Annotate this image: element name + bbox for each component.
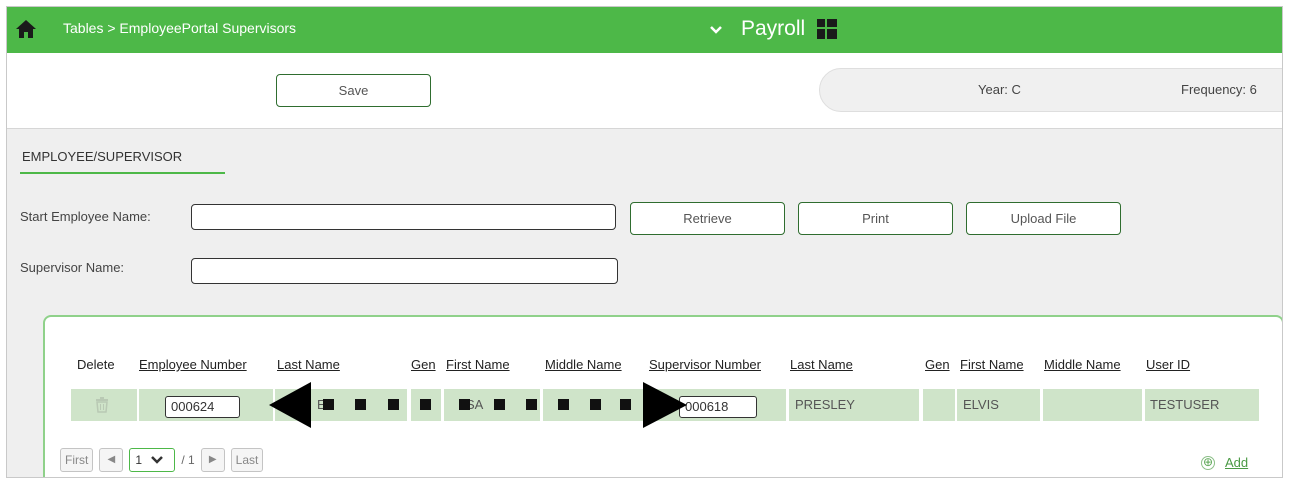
start-employee-name-input[interactable] [191,204,616,230]
top-navigation-bar: Tables > EmployeePortal Supervisors Payr… [7,7,1282,53]
page-select[interactable]: 1 [129,448,176,472]
year-frequency-bar: Year: C Frequency: 6 [819,68,1282,112]
save-button[interactable]: Save [276,74,431,107]
app-grid-icon[interactable] [817,19,838,39]
chevron-right-icon: ▶ [208,454,217,465]
page-total: / 1 [181,453,195,467]
header-sup-gen[interactable]: Gen [925,357,950,372]
header-delete: Delete [77,357,115,372]
chevron-down-icon[interactable] [709,25,723,35]
user-id-cell: TESTUSER [1145,389,1259,421]
start-employee-name-label: Start Employee Name: [20,209,151,224]
supervisor-name-label: Supervisor Name: [20,260,125,275]
home-icon[interactable] [15,19,37,39]
page-select-value: 1 [135,453,143,467]
first-page-button[interactable]: First [60,448,94,472]
employee-number-cell: 000624 [139,389,273,421]
add-link[interactable]: Add [1225,455,1248,470]
table-row: 000624 E SA 000618 PRESLEY ELVIS TESTUSE… [45,382,1282,428]
header-emp-gen[interactable]: Gen [411,357,436,372]
chevron-left-icon: ◀ [107,454,116,465]
double-arrow-annotation [269,382,687,428]
employee-supervisor-grid: Delete Employee Number Last Name Gen Fir… [43,315,1282,477]
tab-employee-supervisor[interactable]: EMPLOYEE/SUPERVISOR [22,149,182,164]
header-sup-middle-name[interactable]: Middle Name [1044,357,1121,372]
sup-last-name-cell: PRESLEY [789,389,919,421]
tab-active-indicator [20,172,225,174]
header-emp-middle-name[interactable]: Middle Name [545,357,622,372]
header-sup-last-name[interactable]: Last Name [790,357,853,372]
app-window: Tables > EmployeePortal Supervisors Payr… [6,6,1283,478]
trash-icon[interactable] [95,397,109,413]
sup-gen-cell [923,389,955,421]
header-user-id[interactable]: User ID [1146,357,1190,372]
prev-page-button[interactable]: ◀ [99,448,124,472]
add-row-control[interactable]: ⊕ Add [1201,455,1248,470]
year-label: Year: C [978,82,1021,97]
frequency-label: Frequency: 6 [1181,82,1257,97]
breadcrumb[interactable]: Tables > EmployeePortal Supervisors [63,20,296,36]
header-emp-last-name[interactable]: Last Name [277,357,340,372]
app-name[interactable]: Payroll [741,17,805,41]
sup-first-name-cell: ELVIS [957,389,1040,421]
chevron-down-icon [151,456,164,464]
sup-middle-name-cell [1043,389,1142,421]
plus-circle-icon[interactable]: ⊕ [1201,455,1215,470]
next-page-button[interactable]: ▶ [200,448,225,472]
header-sup-first-name[interactable]: First Name [960,357,1024,372]
supervisor-name-input[interactable] [191,258,618,284]
employee-number-input[interactable]: 000624 [165,396,240,418]
delete-cell [71,389,137,421]
pagination: First ◀ 1 / 1 ▶ Last [60,447,264,473]
toolbar: Save Year: C Frequency: 6 [7,53,1282,129]
header-emp-first-name[interactable]: First Name [446,357,510,372]
header-employee-number[interactable]: Employee Number [139,357,247,372]
header-supervisor-number[interactable]: Supervisor Number [649,357,761,372]
retrieve-button[interactable]: Retrieve [630,202,785,235]
last-page-button[interactable]: Last [230,448,264,472]
print-button[interactable]: Print [798,202,953,235]
upload-file-button[interactable]: Upload File [966,202,1121,235]
app-selector[interactable]: Payroll [709,14,838,44]
